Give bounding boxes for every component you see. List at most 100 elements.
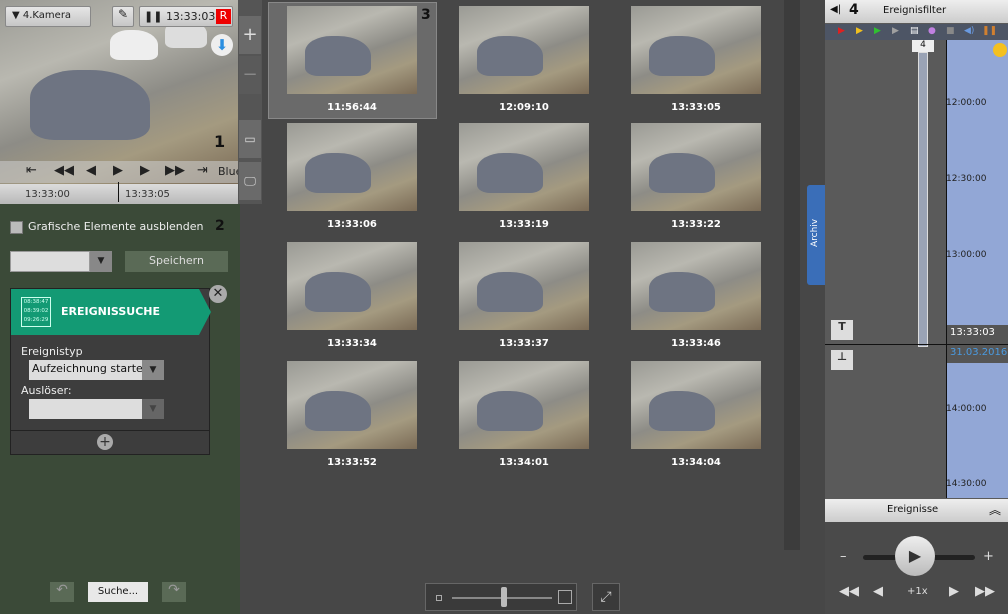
next-event-icon[interactable]: ▶▶ xyxy=(165,163,185,178)
time-label: 14:30:00 xyxy=(946,479,987,489)
events-header[interactable]: Ereignisse ︽ xyxy=(825,499,1008,522)
filter-text-icon[interactable]: ▤ xyxy=(910,26,919,36)
camera-timeline[interactable]: 13:33:00 13:33:05 xyxy=(0,182,238,204)
event-filter-title: Ereignisfilter xyxy=(883,5,947,16)
thumbnail-time: 13:33:52 xyxy=(327,457,377,468)
thumbnail-time: 12:09:10 xyxy=(499,102,549,113)
result-thumbnail[interactable] xyxy=(631,123,761,211)
camera-name: 4.Kamera xyxy=(22,10,72,21)
collapse-icon[interactable]: ◀| xyxy=(830,4,841,15)
thumbnail-time: 13:33:46 xyxy=(671,338,721,349)
marker-1: 1 xyxy=(214,132,226,151)
event-search-card: 08:38:47 08:39:02 09:26:29 EREIGNISSUCHE E… xyxy=(10,288,211,455)
undo-button[interactable]: ↶ xyxy=(50,582,74,602)
thumbnail-time: 13:33:19 xyxy=(499,219,549,230)
filter-bar: ▶ ▶ ▶ ▶ ▤ ● ■ ◀) ❚❚ xyxy=(825,24,1008,40)
go-bottom-icon[interactable]: ⊥ xyxy=(831,350,853,370)
result-thumbnail[interactable] xyxy=(459,123,589,211)
preset-select[interactable] xyxy=(10,251,90,272)
marker-3: 3 xyxy=(421,7,431,23)
step-forward-icon[interactable]: ▶ xyxy=(140,163,150,178)
edit-icon[interactable]: ✎ xyxy=(112,6,134,27)
step-back-icon[interactable]: ◀ xyxy=(86,163,96,178)
result-thumbnail[interactable] xyxy=(631,361,761,449)
slider-handle[interactable] xyxy=(501,587,507,607)
chevron-down-icon[interactable]: ▼ xyxy=(90,251,112,272)
sun-icon xyxy=(993,43,1007,57)
prev-event-icon[interactable]: ◀◀ xyxy=(839,584,859,599)
result-thumbnail[interactable] xyxy=(287,242,417,330)
monitor-icon[interactable]: 🖵 xyxy=(239,162,261,200)
trigger-select[interactable] xyxy=(29,399,142,419)
next-event-icon[interactable]: ▶▶ xyxy=(975,584,995,599)
time-label: 14:00:00 xyxy=(946,404,987,414)
thumbnail-time: 11:56:44 xyxy=(327,102,377,113)
marker-4: 4 xyxy=(849,2,859,18)
speed-label: +1x xyxy=(907,586,928,597)
thumbnail-time: 13:33:06 xyxy=(327,219,377,230)
save-button[interactable]: Speichern xyxy=(125,251,228,272)
filter-camera-icon[interactable]: ■ xyxy=(946,26,955,36)
prev-event-icon[interactable]: ◀◀ xyxy=(54,163,74,178)
result-thumbnail[interactable] xyxy=(459,361,589,449)
time-cursor[interactable] xyxy=(825,344,1008,345)
filter-pause-icon[interactable]: ❚❚ xyxy=(982,26,997,36)
fullscreen-icon[interactable]: ⤢ xyxy=(592,583,620,611)
redo-button[interactable]: ↷ xyxy=(162,582,186,602)
filter-yellow-icon[interactable]: ▶ xyxy=(856,26,863,36)
filter-green-icon[interactable]: ▶ xyxy=(874,26,881,36)
play-button[interactable]: ▶ xyxy=(895,536,935,576)
add-condition-button[interactable]: + xyxy=(97,434,113,450)
result-thumbnail[interactable] xyxy=(459,242,589,330)
search-button[interactable]: Suche... xyxy=(88,582,148,602)
result-thumbnail[interactable] xyxy=(631,6,761,94)
result-thumbnail[interactable] xyxy=(287,6,417,94)
thumbnail-size-slider[interactable] xyxy=(425,583,577,611)
timeline-cursor[interactable] xyxy=(118,182,119,202)
result-thumbnail[interactable] xyxy=(287,123,417,211)
camera-select[interactable]: ▼ 4.Kamera xyxy=(5,6,91,27)
right-panel: ◀| 4 Ereignisfilter ▶ ▶ ▶ ▶ ▤ ● ■ ◀) ❚❚ … xyxy=(825,0,1008,614)
filter-gray-icon[interactable]: ▶ xyxy=(892,26,899,36)
chevron-down-icon[interactable]: ▼ xyxy=(142,360,164,380)
timeline-tick: 13:33:05 xyxy=(125,189,170,200)
result-thumbnail[interactable] xyxy=(631,242,761,330)
chevron-down-icon[interactable]: ▼ xyxy=(142,399,164,419)
results-scrollbar[interactable] xyxy=(784,0,800,550)
step-back-icon[interactable]: ◀ xyxy=(873,584,883,599)
events-title: Ereignisse xyxy=(887,504,939,515)
current-date: 31.03.2016 xyxy=(950,347,1008,358)
camera-video[interactable]: ▼ 4.Kamera ✎ ❚❚ 13:33:03 R ⬇ 1 ⇤ ◀◀ ◀ ▶ … xyxy=(0,0,238,184)
play-icon[interactable]: ▶ xyxy=(113,163,123,178)
result-thumbnail[interactable] xyxy=(459,6,589,94)
download-icon[interactable]: ⬇ xyxy=(211,34,233,56)
event-type-select[interactable]: Aufzeichnung starten xyxy=(29,360,142,380)
zoom-out-icon[interactable]: − xyxy=(239,56,261,94)
card-title: EREIGNISSUCHE xyxy=(61,305,160,318)
archive-icon[interactable]: ▭ xyxy=(239,120,261,158)
time-label: 13:00:00 xyxy=(946,250,987,260)
hide-graphics-checkbox[interactable] xyxy=(10,221,23,234)
step-forward-icon[interactable]: ▶ xyxy=(949,584,959,599)
left-panel: ▼ 4.Kamera ✎ ❚❚ 13:33:03 R ⬇ 1 ⇤ ◀◀ ◀ ▶ … xyxy=(0,0,240,614)
filter-red-icon[interactable]: ▶ xyxy=(838,26,845,36)
close-icon[interactable]: ✕ xyxy=(209,285,227,303)
zoom-in-icon[interactable]: + xyxy=(239,16,261,54)
go-top-icon[interactable]: T xyxy=(831,320,853,340)
filter-user-icon[interactable]: ● xyxy=(928,26,936,36)
archive-tab-label: Archiv xyxy=(810,218,820,247)
filter-audio-icon[interactable]: ◀) xyxy=(964,26,974,36)
archive-timeline[interactable] xyxy=(946,40,1008,498)
thumbnail-time: 13:34:04 xyxy=(671,457,721,468)
go-end-icon[interactable]: ⇥ xyxy=(197,163,208,178)
archive-tab[interactable]: Archiv xyxy=(807,185,825,285)
speed-up[interactable]: + xyxy=(983,549,994,564)
result-thumbnail[interactable] xyxy=(287,361,417,449)
thumbnail-time: 13:33:05 xyxy=(671,102,721,113)
timeline-tick: 13:33:00 xyxy=(25,189,70,200)
expand-icon[interactable]: ︽ xyxy=(989,501,1001,518)
go-start-icon[interactable]: ⇤ xyxy=(26,163,37,178)
event-filter-header: ◀| 4 Ereignisfilter xyxy=(825,0,1008,23)
speed-down[interactable]: – xyxy=(840,549,847,564)
pause-icon: ❚❚ xyxy=(144,10,166,23)
